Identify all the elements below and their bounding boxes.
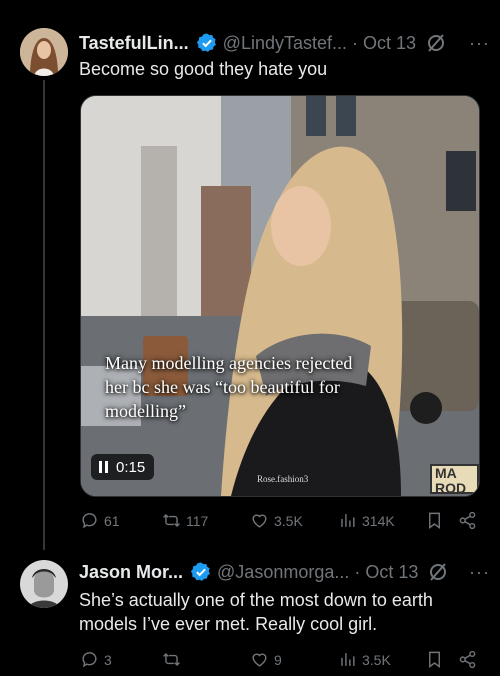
heart-icon	[252, 653, 267, 667]
video-timer-pill[interactable]: 0:15	[91, 454, 155, 480]
verified-badge-icon	[191, 562, 210, 581]
tweet-1[interactable]: TastefulLin... @LindyTastef... · Oct 13 …	[0, 0, 500, 550]
repost-icon	[163, 652, 180, 667]
like-count: 9	[274, 651, 282, 668]
tweet-2[interactable]: Jason Mor... @Jasonmorga... · Oct 13 ···…	[0, 550, 500, 676]
more-options-icon[interactable]: ···	[469, 33, 490, 54]
like-count: 3.5K	[274, 512, 303, 529]
views-button[interactable]: 3.5K	[338, 650, 391, 669]
views-button[interactable]: 314K	[338, 511, 395, 530]
tweet-header: TastefulLin... @LindyTastef... · Oct 13 …	[79, 31, 490, 55]
views-icon	[341, 514, 355, 527]
more-options-icon[interactable]: ···	[469, 562, 490, 583]
avatar[interactable]	[20, 28, 68, 76]
tweet-text: Become so good they hate you	[79, 59, 328, 79]
views-icon	[341, 653, 355, 666]
separator-dot: ·	[352, 32, 359, 53]
action-bar: 3 9 3.5K	[80, 650, 485, 672]
action-bar: 61 117 3.5K 314K	[80, 511, 485, 533]
like-button[interactable]: 3.5K	[250, 511, 303, 530]
grok-icon[interactable]	[426, 33, 446, 53]
repost-icon	[163, 513, 180, 528]
share-icon[interactable]	[458, 511, 477, 530]
repost-count: 117	[186, 512, 209, 529]
video-caption: Many modelling agencies rejected her bc …	[105, 353, 353, 421]
display-name[interactable]: TastefulLin...	[79, 33, 189, 54]
separator-dot: ·	[354, 561, 361, 582]
verified-badge-icon	[196, 33, 216, 52]
channel-logo: MA ROD	[430, 464, 479, 496]
like-button[interactable]: 9	[250, 650, 282, 669]
video-time: 0:15	[116, 458, 146, 476]
video-player[interactable]: Many modelling agencies rejected her bc …	[80, 95, 480, 497]
repost-button[interactable]	[162, 650, 186, 669]
avatar-image	[20, 560, 68, 608]
display-name[interactable]: Jason Mor...	[79, 562, 183, 583]
heart-icon	[252, 514, 267, 528]
tweet-header: Jason Mor... @Jasonmorga... · Oct 13 ···	[79, 560, 490, 584]
share-icon[interactable]	[458, 650, 477, 669]
view-count: 3.5K	[362, 651, 391, 668]
reply-button[interactable]: 61	[80, 511, 120, 530]
handle[interactable]: @LindyTastef...	[223, 33, 347, 54]
reply-icon	[82, 513, 97, 529]
reply-count: 61	[104, 512, 120, 529]
tweet-text: She’s actually one of the most down to e…	[79, 590, 433, 634]
bookmark-icon[interactable]	[425, 650, 444, 669]
bookmark-icon[interactable]	[425, 511, 444, 530]
timestamp[interactable]: Oct 13	[365, 562, 418, 583]
reply-icon	[82, 652, 97, 668]
avatar[interactable]	[20, 560, 68, 608]
video-frame	[81, 96, 479, 496]
avatar-image	[20, 28, 68, 76]
repost-button[interactable]: 117	[162, 511, 208, 530]
reply-button[interactable]: 3	[80, 650, 112, 669]
handle[interactable]: @Jasonmorga...	[217, 562, 349, 583]
timestamp[interactable]: Oct 13	[363, 33, 416, 54]
reply-count: 3	[104, 651, 112, 668]
video-watermark: Rose.fashion3	[257, 474, 309, 484]
view-count: 314K	[362, 512, 395, 529]
grok-icon[interactable]	[428, 562, 448, 582]
pause-icon[interactable]	[99, 461, 108, 473]
